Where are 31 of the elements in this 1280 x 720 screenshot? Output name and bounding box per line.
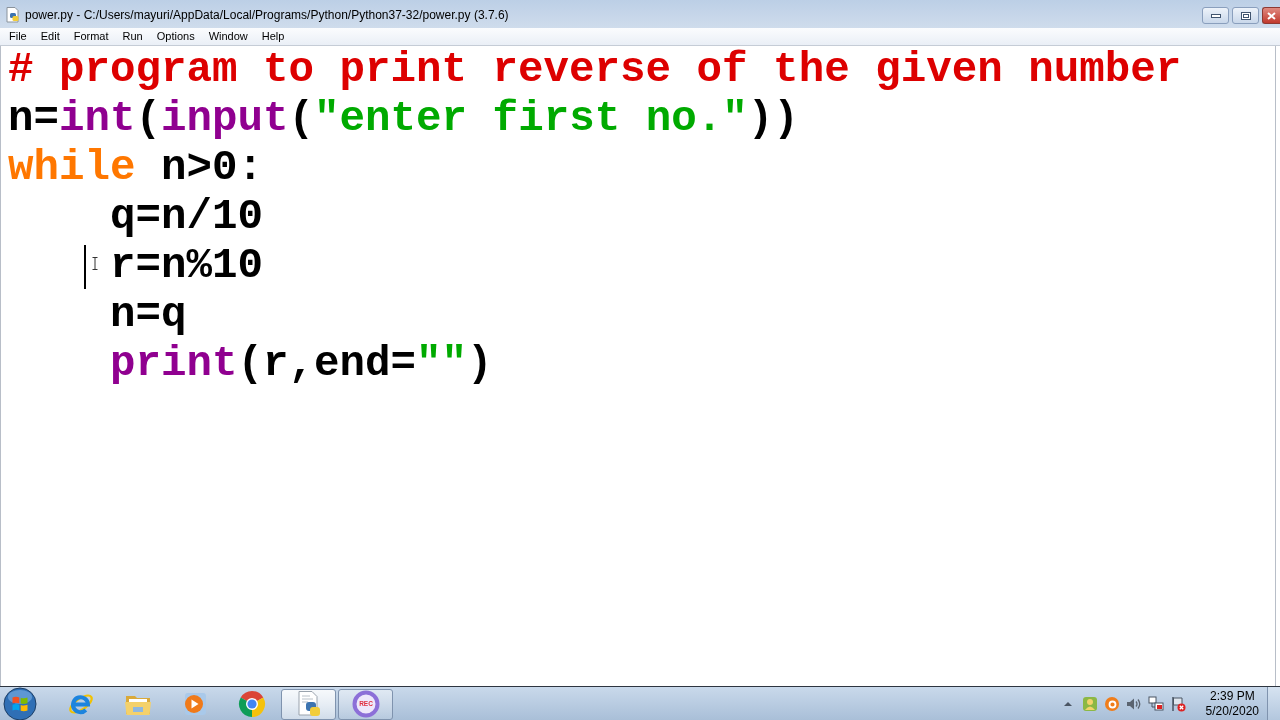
close-icon bbox=[1267, 11, 1276, 20]
menu-item[interactable]: Window bbox=[201, 29, 255, 44]
close-button[interactable] bbox=[1262, 7, 1280, 24]
menu-item[interactable]: Options bbox=[149, 29, 202, 44]
ring-badge-icon[interactable] bbox=[1103, 695, 1120, 712]
code-line: n=int(input("enter first no.")) bbox=[8, 95, 799, 144]
menu-item[interactable]: File bbox=[2, 29, 34, 44]
menu-item[interactable]: Edit bbox=[33, 29, 67, 44]
network-icon[interactable] bbox=[1147, 695, 1164, 712]
code-line: r=n%10 bbox=[110, 242, 264, 291]
script-file-icon bbox=[5, 7, 21, 23]
menu-item[interactable]: Format bbox=[66, 29, 116, 44]
code-editor[interactable]: # program to print reverse of the given number n=int(input("enter first no.")) while n>0: q=n/10 r=n%10 n=q print(r,end="") bbox=[0, 46, 1276, 686]
menu-item[interactable]: Run bbox=[115, 29, 150, 44]
maximize-icon bbox=[1240, 11, 1251, 20]
taskbar-clock[interactable]: 2:39 PM 5/20/2020 bbox=[1201, 688, 1263, 719]
code-line: n=q bbox=[110, 291, 187, 340]
start-orb-icon[interactable] bbox=[3, 686, 37, 720]
code-line: print(r,end="") bbox=[110, 340, 493, 389]
code-line: # program to print reverse of the given number bbox=[8, 46, 1182, 95]
window-title: power.py - C:/Users/mayuri/AppData/Local/Programs/Python/Python37-32/power.py (3.7.6) bbox=[25, 8, 509, 22]
minimize-button[interactable] bbox=[1202, 7, 1229, 24]
flag-warning-icon[interactable] bbox=[1169, 695, 1186, 712]
ibeam-pointer-icon bbox=[92, 257, 98, 270]
menu-item[interactable]: Help bbox=[254, 29, 292, 44]
code-line: while n>0: bbox=[8, 144, 264, 193]
code-line: q=n/10 bbox=[110, 193, 264, 242]
tricolour-circle-icon[interactable] bbox=[237, 690, 266, 718]
minimize-icon bbox=[1210, 13, 1221, 18]
maximize-button[interactable] bbox=[1232, 7, 1259, 24]
taskbar-button[interactable] bbox=[281, 688, 336, 720]
